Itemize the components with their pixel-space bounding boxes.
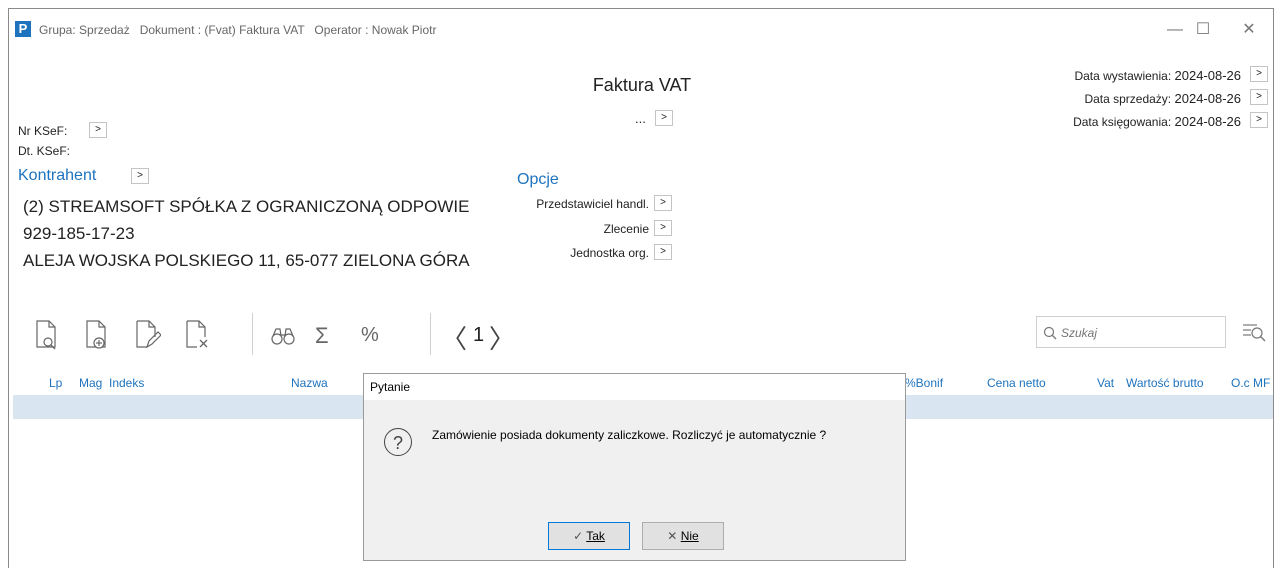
column-header-wartosc-brutto[interactable]: Wartość brutto — [1126, 376, 1204, 390]
next-page-button[interactable]: 〉 — [489, 319, 515, 356]
date-sale-value: 2024-08-26 — [1174, 91, 1242, 106]
no-button-label: Nie — [680, 529, 699, 543]
no-button[interactable]: ✕ Nie — [642, 522, 724, 550]
search-input[interactable] — [1059, 323, 1223, 343]
main-window: P Grupa: Sprzedaż Dokument : (Fvat) Fakt… — [8, 8, 1274, 568]
maximize-button[interactable]: ☐ — [1183, 17, 1223, 43]
opcje-item-zlecenie: Zlecenie — [603, 222, 649, 236]
title-bar: P Grupa: Sprzedaż Dokument : (Fvat) Fakt… — [9, 9, 1273, 43]
column-header-cena-netto[interactable]: Cena netto — [987, 376, 1046, 390]
column-header-vat[interactable]: Vat — [1097, 376, 1114, 390]
search-box[interactable] — [1036, 316, 1226, 348]
filter-search-icon[interactable] — [1241, 321, 1267, 348]
kontrahent-address: ALEJA WOJSKA POLSKIEGO 11, 65-077 ZIELON… — [23, 251, 470, 270]
cross-icon: ✕ — [667, 529, 678, 543]
opcje-zlecenie-button[interactable]: > — [654, 220, 672, 236]
check-icon: ✓ — [573, 529, 584, 543]
window-title: Grupa: Sprzedaż Dokument : (Fvat) Faktur… — [39, 23, 437, 37]
dt-ksef-label: Dt. KSeF: — [18, 144, 71, 158]
document-preview-icon[interactable] — [33, 317, 61, 353]
kontrahent-heading: Kontrahent — [18, 167, 97, 184]
document-delete-icon[interactable] — [183, 317, 211, 353]
sum-icon[interactable]: Σ — [315, 323, 329, 349]
date-issue-label: Data wystawienia: — [1074, 69, 1172, 83]
prev-page-button[interactable]: 〈 — [441, 319, 467, 356]
date-sale-label: Data sprzedaży: — [1084, 92, 1172, 106]
toolbar-separator — [252, 313, 253, 355]
date-sale-button[interactable]: > — [1250, 89, 1268, 105]
date-issue-value: 2024-08-26 — [1174, 68, 1242, 83]
yes-button-label: Tak — [586, 529, 605, 543]
opcje-item-jednostka: Jednostka org. — [570, 246, 649, 260]
column-header-bonif[interactable]: %Bonif — [905, 376, 943, 390]
nr-ksef-button[interactable]: > — [89, 122, 107, 138]
column-header-indeks[interactable]: Indeks — [109, 376, 144, 390]
opcje-heading: Opcje — [517, 171, 559, 188]
percent-icon[interactable]: % — [361, 324, 379, 347]
toolbar-separator — [430, 313, 431, 355]
date-issue-button[interactable]: > — [1250, 66, 1268, 82]
column-header-nazwa[interactable]: Nazwa — [291, 376, 328, 390]
kontrahent-nip: 929-185-17-23 — [23, 224, 135, 243]
kontrahent-button[interactable]: > — [131, 168, 149, 184]
question-icon: ? — [384, 428, 412, 456]
app-logo-icon: P — [15, 21, 31, 37]
column-header-lp[interactable]: Lp — [49, 376, 62, 390]
binoculars-icon[interactable] — [269, 317, 297, 353]
document-number-button[interactable]: > — [655, 110, 673, 126]
column-header-mag[interactable]: Mag — [79, 376, 102, 390]
date-posting-value: 2024-08-26 — [1174, 114, 1242, 129]
document-add-icon[interactable] — [83, 317, 111, 353]
opcje-jednostka-button[interactable]: > — [654, 244, 672, 260]
opcje-item-przedstawiciel: Przedstawiciel handl. — [536, 197, 649, 211]
document-number: ... — [635, 111, 646, 126]
document-edit-icon[interactable] — [133, 317, 162, 353]
yes-button[interactable]: ✓ Tak — [548, 522, 630, 550]
opcje-przedstawiciel-button[interactable]: > — [654, 195, 672, 211]
nr-ksef-label: Nr KSeF: — [18, 124, 68, 138]
question-dialog: Pytanie ? Zamówienie posiada dokumenty z… — [363, 373, 906, 561]
date-issue: Data wystawienia: 2024-08-26 — [1074, 68, 1241, 83]
page-number: 1 — [473, 324, 485, 346]
dialog-title: Pytanie — [364, 374, 905, 400]
date-sale: Data sprzedaży: 2024-08-26 — [1084, 91, 1241, 106]
date-posting-button[interactable]: > — [1250, 112, 1268, 128]
date-posting: Data księgowania: 2024-08-26 — [1073, 114, 1241, 129]
close-button[interactable]: ✕ — [1229, 17, 1269, 43]
search-icon — [1043, 326, 1057, 340]
kontrahent-name: (2) STREAMSOFT SPÓŁKA Z OGRANICZONĄ ODPO… — [23, 197, 470, 216]
dialog-message: Zamówienie posiada dokumenty zaliczkowe.… — [432, 428, 827, 442]
column-header-oc-mf[interactable]: O.c MF — [1231, 376, 1270, 390]
date-posting-label: Data księgowania: — [1073, 115, 1172, 129]
